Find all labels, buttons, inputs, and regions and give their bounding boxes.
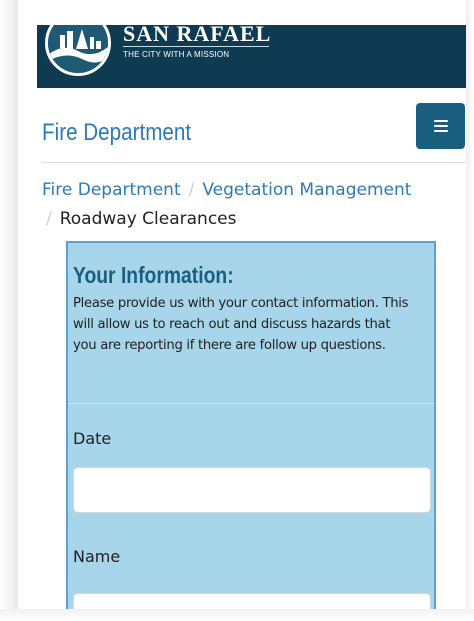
section-divider [68, 403, 434, 404]
section-title: Your Information: [73, 262, 234, 288]
page: SAN RAFAEL THE CITY WITH A MISSION Fire … [21, 0, 466, 609]
name-input[interactable] [73, 593, 431, 609]
breadcrumb-link-fire-department[interactable]: Fire Department [42, 180, 181, 200]
breadcrumb-line: / Roadway Clearances [42, 205, 237, 234]
breadcrumb-separator: / [188, 180, 195, 200]
breadcrumb-line: Fire Department / Vegetation Management [42, 176, 411, 205]
site-header: SAN RAFAEL THE CITY WITH A MISSION [37, 25, 466, 88]
breadcrumb-current-page: Roadway Clearances [59, 209, 237, 229]
city-seal-logo[interactable] [45, 25, 111, 76]
screenshot-frame-bottom [0, 609, 474, 621]
department-title[interactable]: Fire Department [42, 118, 191, 148]
screenshot-frame-right [466, 0, 474, 621]
hamburger-icon [433, 120, 448, 132]
breadcrumb-link-vegetation-management[interactable]: Vegetation Management [202, 180, 411, 200]
name-field-label: Name [73, 547, 121, 566]
breadcrumb-separator: / [46, 209, 52, 229]
date-field-label: Date [73, 429, 112, 448]
city-seal-icon [48, 25, 108, 73]
menu-toggle-button[interactable] [416, 103, 465, 149]
screenshot-frame-left [0, 0, 18, 621]
brand-tagline: THE CITY WITH A MISSION [123, 50, 230, 59]
contact-info-form-panel: Your Information: Please provide us with… [66, 241, 436, 609]
date-input[interactable] [73, 467, 431, 513]
brand-name: SAN RAFAEL [123, 25, 272, 46]
brand-divider [123, 46, 269, 47]
department-divider [42, 162, 466, 163]
section-description: Please provide us with your contact info… [73, 296, 409, 353]
